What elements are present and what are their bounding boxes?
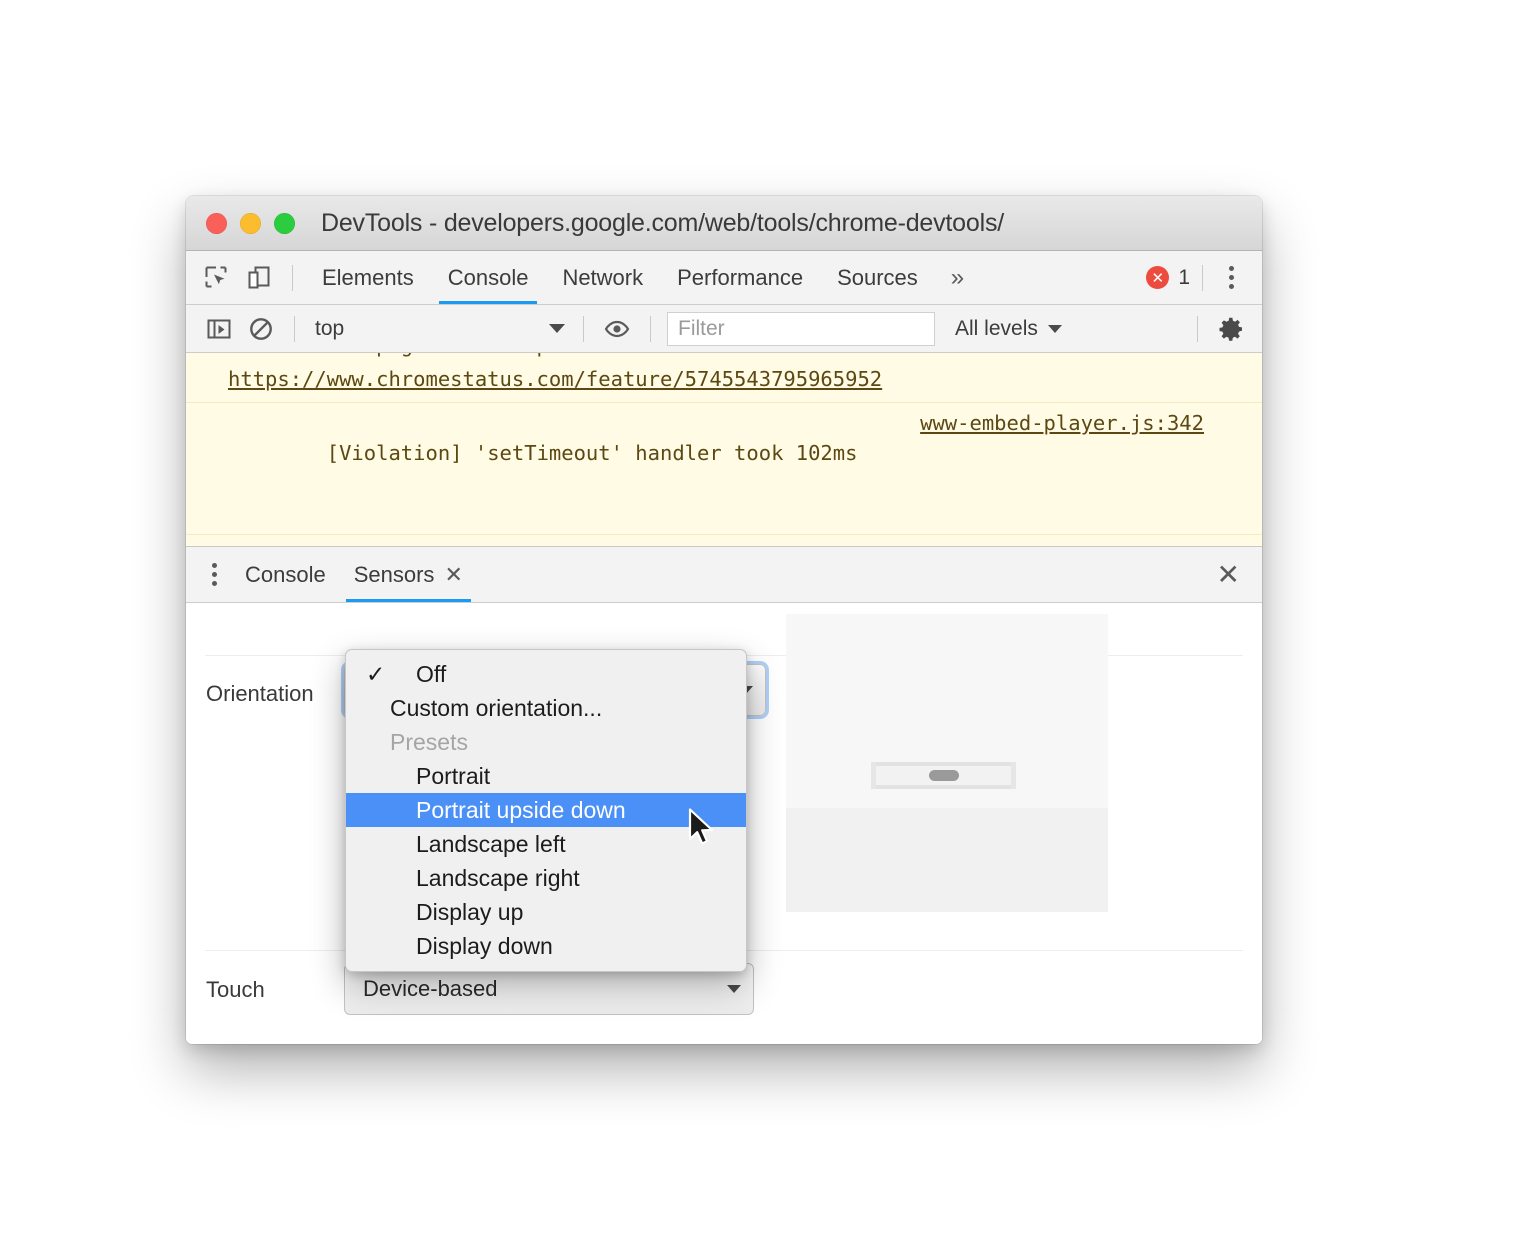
drawer-tab-console[interactable]: Console bbox=[231, 547, 340, 602]
menu-item-portrait-upside-down[interactable]: Portrait upside down bbox=[346, 793, 746, 827]
filterbar-divider-4 bbox=[1197, 316, 1198, 342]
tab-performance[interactable]: Performance bbox=[660, 251, 820, 304]
console-filter-toolbar: top Filter All levels bbox=[186, 305, 1262, 353]
chevron-down-icon bbox=[549, 324, 565, 333]
device-toolbar-icon[interactable] bbox=[238, 257, 280, 299]
tab-network[interactable]: Network bbox=[545, 251, 660, 304]
device-orientation-preview bbox=[786, 614, 1108, 912]
console-message-source[interactable]: www-embed-player.js:342 bbox=[920, 540, 1204, 546]
window-title: DevTools - developers.google.com/web/too… bbox=[321, 209, 1004, 238]
console-sidebar-icon[interactable] bbox=[198, 308, 240, 350]
console-messages: to make the page more responsive. See ht… bbox=[186, 353, 1262, 546]
close-drawer-button[interactable]: ✕ bbox=[1209, 561, 1248, 589]
close-window-button[interactable] bbox=[206, 213, 227, 234]
drawer-tabbar: Console Sensors ✕ ✕ bbox=[186, 546, 1262, 603]
menu-item-custom-orientation[interactable]: Custom orientation... bbox=[346, 691, 746, 725]
chevron-down-icon bbox=[727, 985, 741, 993]
execution-context-select[interactable]: top bbox=[307, 317, 571, 341]
devtools-tabbar: Elements Console Network Performance Sou… bbox=[186, 251, 1262, 305]
clear-console-icon[interactable] bbox=[240, 308, 282, 350]
error-count-label: 1 bbox=[1178, 266, 1190, 290]
touch-selected-value: Device-based bbox=[363, 976, 498, 1002]
execution-context-value: top bbox=[315, 317, 344, 341]
close-tab-icon[interactable]: ✕ bbox=[444, 564, 462, 586]
error-count-badge[interactable]: ✕ 1 bbox=[1138, 266, 1190, 290]
log-levels-select[interactable]: All levels bbox=[955, 317, 1062, 341]
tabbar-divider-2 bbox=[1202, 265, 1203, 291]
orientation-label: Orientation bbox=[206, 681, 314, 707]
window-titlebar: DevTools - developers.google.com/web/too… bbox=[186, 196, 1262, 251]
filter-input[interactable]: Filter bbox=[667, 312, 935, 346]
drawer-tab-label: Sensors bbox=[354, 547, 435, 602]
main-menu-icon[interactable] bbox=[1215, 266, 1248, 289]
console-message-violation: [Violation] 'setTimeout' handler took 47… bbox=[186, 535, 1262, 546]
preview-ground bbox=[786, 808, 1108, 912]
filterbar-divider-1 bbox=[294, 316, 295, 342]
filterbar-divider-3 bbox=[650, 316, 651, 342]
menu-item-off[interactable]: Off bbox=[346, 657, 746, 691]
menu-item-landscape-left[interactable]: Landscape left bbox=[346, 827, 746, 861]
menu-item-display-up[interactable]: Display up bbox=[346, 895, 746, 929]
zoom-window-button[interactable] bbox=[274, 213, 295, 234]
console-message-source[interactable]: www-embed-player.js:342 bbox=[920, 408, 1204, 438]
console-message-list[interactable]: to make the page more responsive. See ht… bbox=[186, 353, 1262, 546]
drawer-menu-icon[interactable] bbox=[198, 563, 231, 586]
phone-model bbox=[871, 762, 1016, 789]
drawer-tab-label: Console bbox=[245, 547, 326, 602]
inspect-element-icon[interactable] bbox=[196, 257, 238, 299]
console-message-violation-wrapped: to make the page more responsive. See ht… bbox=[186, 353, 1262, 403]
touch-label: Touch bbox=[206, 977, 265, 1003]
phone-speaker-icon bbox=[929, 770, 959, 781]
mouse-cursor bbox=[688, 808, 718, 855]
menu-item-display-down[interactable]: Display down bbox=[346, 929, 746, 963]
console-message-link[interactable]: https://www.chromestatus.com/featur bbox=[228, 367, 660, 391]
traffic-lights bbox=[206, 213, 295, 234]
menu-item-landscape-right[interactable]: Landscape right bbox=[346, 861, 746, 895]
log-levels-value: All levels bbox=[955, 317, 1038, 341]
console-message-text: [Violation] 'setTimeout' handler took 10… bbox=[327, 441, 858, 465]
filterbar-divider-2 bbox=[583, 316, 584, 342]
toolbar-divider bbox=[292, 265, 293, 291]
tab-sources[interactable]: Sources bbox=[820, 251, 935, 304]
chevron-down-icon bbox=[1048, 325, 1062, 333]
error-icon: ✕ bbox=[1146, 266, 1169, 289]
more-tabs-icon[interactable]: » bbox=[935, 264, 978, 292]
live-expression-icon[interactable] bbox=[596, 308, 638, 350]
tab-elements[interactable]: Elements bbox=[305, 251, 431, 304]
console-message-link-cont[interactable]: e/5745543795965952 bbox=[660, 367, 882, 391]
orientation-dropdown-menu[interactable]: Off Custom orientation... Presets Portra… bbox=[345, 649, 747, 972]
console-message-text: to make the page more responsive. See bbox=[228, 353, 685, 357]
gear-icon[interactable] bbox=[1210, 308, 1252, 350]
console-message-violation: [Violation] 'setTimeout' handler took 10… bbox=[186, 403, 1262, 535]
tab-console[interactable]: Console bbox=[431, 251, 546, 304]
drawer-tab-sensors[interactable]: Sensors ✕ bbox=[340, 547, 477, 602]
minimize-window-button[interactable] bbox=[240, 213, 261, 234]
menu-group-presets: Presets bbox=[346, 725, 746, 759]
menu-item-portrait[interactable]: Portrait bbox=[346, 759, 746, 793]
